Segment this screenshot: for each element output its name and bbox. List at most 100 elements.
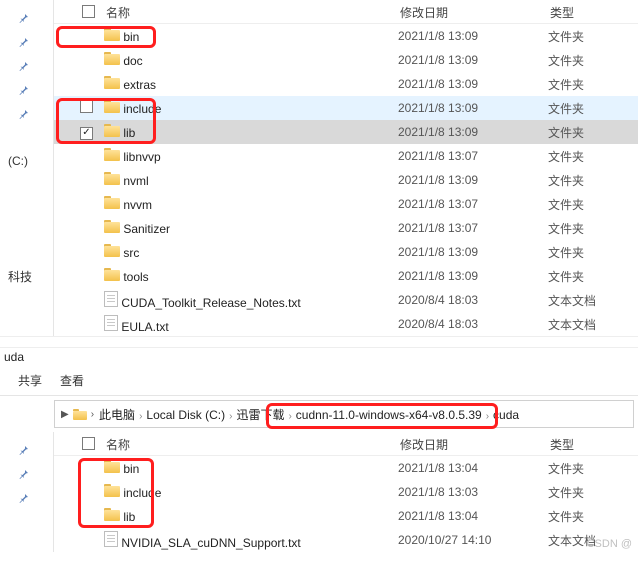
folder-icon xyxy=(104,28,120,41)
file-date: 2020/8/4 18:03 xyxy=(398,315,548,333)
file-type: 文本文档 xyxy=(548,530,638,551)
row-checkbox[interactable]: ✓ xyxy=(80,127,93,140)
column-name[interactable]: 名称 xyxy=(104,0,398,25)
file-row[interactable]: bin2021/1/8 13:04文件夹 xyxy=(54,456,638,480)
file-row[interactable]: Sanitizer 2021/1/8 13:07文件夹 xyxy=(54,216,638,240)
file-date: 2021/1/8 13:09 xyxy=(398,123,548,141)
column-type[interactable]: 类型 xyxy=(548,0,638,25)
folder-icon xyxy=(104,244,120,257)
ribbon-tabs: 共享 查看 xyxy=(0,366,638,396)
file-name: lib xyxy=(120,126,135,140)
chevron-right-icon[interactable]: ▶ xyxy=(61,409,69,420)
breadcrumb[interactable]: ▶ › 此电脑›Local Disk (C:)›迅雷下载›cudnn-11.0-… xyxy=(54,400,634,428)
file-date: 2020/10/27 14:10 xyxy=(398,531,548,549)
column-date[interactable]: 修改日期 xyxy=(398,0,548,25)
chevron-right-icon: › xyxy=(285,411,294,422)
pin-icon xyxy=(0,462,53,486)
sidebar-drive-label[interactable]: (C:) xyxy=(0,150,53,168)
select-all-checkbox[interactable] xyxy=(80,1,104,25)
file-name: bin xyxy=(120,462,139,476)
tab-view[interactable]: 查看 xyxy=(60,372,84,389)
file-name: include xyxy=(120,486,161,500)
file-name: doc xyxy=(120,54,143,68)
file-type: 文件夹 xyxy=(548,98,638,119)
folder-icon xyxy=(104,52,120,65)
pin-icon xyxy=(0,6,53,30)
pin-icon xyxy=(0,438,53,462)
file-row[interactable]: nvml2021/1/8 13:09文件夹 xyxy=(54,168,638,192)
breadcrumb-item[interactable]: cudnn-11.0-windows-x64-v8.0.5.39 xyxy=(295,408,483,422)
file-type: 文本文档 xyxy=(548,290,638,311)
file-row[interactable]: include 2021/1/8 13:03文件夹 xyxy=(54,480,638,504)
column-headers: 名称 修改日期 类型 xyxy=(54,0,638,24)
column-date[interactable]: 修改日期 xyxy=(398,432,548,457)
tab-share[interactable]: 共享 xyxy=(18,372,42,389)
pin-icon xyxy=(0,54,53,78)
folder-icon xyxy=(104,220,120,233)
file-row[interactable]: EULA.txt2020/8/4 18:03文本文档 xyxy=(54,312,638,336)
file-row[interactable]: ✓ lib 2021/1/8 13:09文件夹 xyxy=(54,120,638,144)
file-row[interactable]: lib2021/1/8 13:04文件夹 xyxy=(54,504,638,528)
column-type[interactable]: 类型 xyxy=(548,432,638,457)
file-date: 2021/1/8 13:09 xyxy=(398,27,548,45)
file-row[interactable]: extras2021/1/8 13:09文件夹 xyxy=(54,72,638,96)
chevron-right-icon[interactable]: › xyxy=(91,409,94,420)
file-row[interactable]: include2021/1/8 13:09文件夹 xyxy=(54,96,638,120)
breadcrumb-item[interactable]: Local Disk (C:) xyxy=(145,408,226,422)
folder-icon xyxy=(104,148,120,161)
folder-icon xyxy=(104,508,120,521)
chevron-right-icon: › xyxy=(483,411,492,422)
file-name: src xyxy=(120,246,139,260)
file-name: tools xyxy=(120,270,149,284)
window-title: uda xyxy=(0,348,638,366)
file-name: include xyxy=(120,102,161,116)
folder-icon xyxy=(104,76,120,89)
file-date: 2021/1/8 13:09 xyxy=(398,267,548,285)
file-type: 文件夹 xyxy=(548,74,638,95)
file-name: Sanitizer xyxy=(120,222,170,236)
file-type: 文件夹 xyxy=(548,482,638,503)
folder-icon xyxy=(104,484,120,497)
breadcrumb-item[interactable]: 此电脑 xyxy=(98,408,136,422)
quick-access-sidebar: (C:) 科技 xyxy=(0,0,54,336)
pin-icon xyxy=(0,102,53,126)
file-date: 2021/1/8 13:03 xyxy=(398,483,548,501)
file-name: libnvvp xyxy=(120,150,161,164)
file-row[interactable]: libnvvp 2021/1/8 13:07文件夹 xyxy=(54,144,638,168)
row-checkbox[interactable] xyxy=(80,100,93,113)
file-row[interactable]: doc2021/1/8 13:09文件夹 xyxy=(54,48,638,72)
select-all-checkbox[interactable] xyxy=(80,433,104,457)
file-icon xyxy=(104,315,118,331)
file-type: 文件夹 xyxy=(548,146,638,167)
file-row[interactable]: nvvm2021/1/8 13:07文件夹 xyxy=(54,192,638,216)
file-row[interactable]: bin2021/1/8 13:09文件夹 xyxy=(54,24,638,48)
file-name: nvvm xyxy=(120,198,152,212)
file-date: 2021/1/8 13:09 xyxy=(398,75,548,93)
folder-icon xyxy=(104,268,120,281)
file-date: 2021/1/8 13:07 xyxy=(398,147,548,165)
folder-icon xyxy=(104,100,120,113)
file-date: 2021/1/8 13:07 xyxy=(398,219,548,237)
file-type: 文件夹 xyxy=(548,242,638,263)
file-name: NVIDIA_SLA_cuDNN_Support.txt xyxy=(118,536,301,550)
pin-icon xyxy=(0,30,53,54)
file-row[interactable]: tools2021/1/8 13:09文件夹 xyxy=(54,264,638,288)
file-listing: 名称 修改日期 类型 bin2021/1/8 13:04文件夹 include2… xyxy=(54,432,638,552)
column-name[interactable]: 名称 xyxy=(104,432,398,457)
file-date: 2021/1/8 13:07 xyxy=(398,195,548,213)
file-type: 文件夹 xyxy=(548,122,638,143)
sidebar-section-label[interactable]: 科技 xyxy=(0,264,53,285)
folder-icon xyxy=(73,409,87,420)
file-name: nvml xyxy=(120,174,149,188)
file-type: 文件夹 xyxy=(548,506,638,527)
file-row[interactable]: CUDA_Toolkit_Release_Notes.txt2020/8/4 1… xyxy=(54,288,638,312)
breadcrumb-item[interactable]: cuda xyxy=(492,408,520,422)
file-name: CUDA_Toolkit_Release_Notes.txt xyxy=(118,296,301,310)
file-type: 文件夹 xyxy=(548,218,638,239)
file-type: 文件夹 xyxy=(548,26,638,47)
breadcrumb-item[interactable]: 迅雷下载 xyxy=(235,408,285,422)
file-icon xyxy=(104,531,118,547)
file-date: 2021/1/8 13:04 xyxy=(398,459,548,477)
file-row[interactable]: src2021/1/8 13:09文件夹 xyxy=(54,240,638,264)
file-row[interactable]: NVIDIA_SLA_cuDNN_Support.txt 2020/10/27 1… xyxy=(54,528,638,552)
